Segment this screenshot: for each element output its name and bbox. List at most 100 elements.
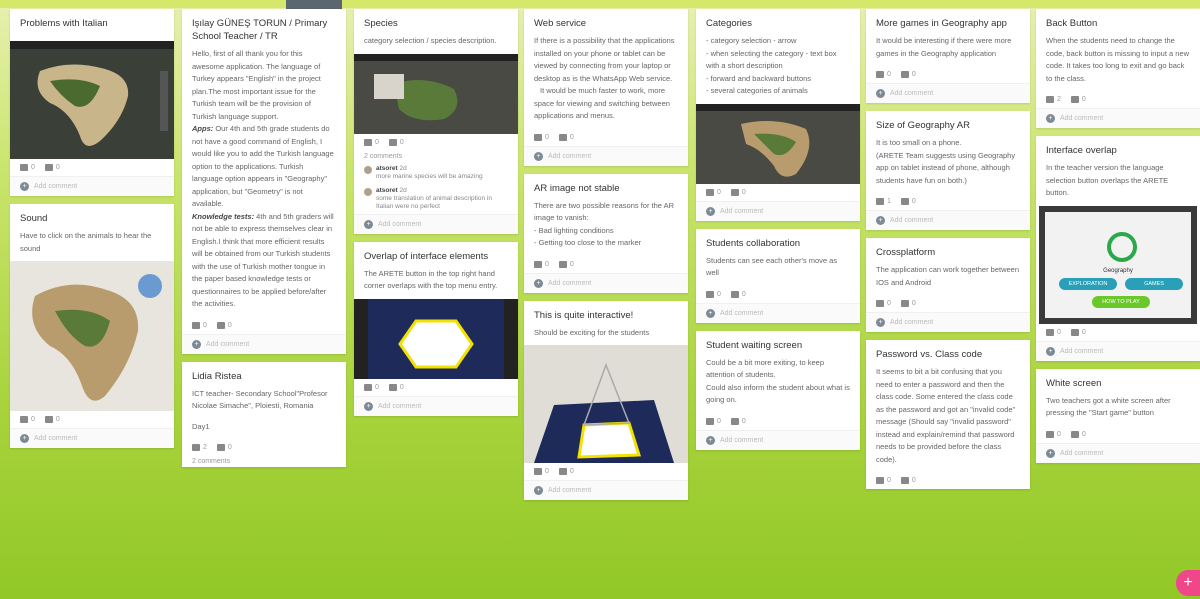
dislike-button[interactable]: 0	[1070, 328, 1086, 336]
card-white-screen[interactable]: White screen Two teachers got a white scr…	[1036, 368, 1200, 463]
dislike-button[interactable]: 0	[388, 383, 404, 391]
add-comment-button[interactable]: + Add comment	[354, 213, 518, 234]
like-button[interactable]: 0	[364, 383, 379, 391]
card-back-button[interactable]: Back Button When the students need to cha…	[1036, 9, 1200, 128]
comments-count[interactable]: 2 comments	[354, 151, 518, 162]
column-5: Categories - category selection - arrow - …	[696, 9, 860, 458]
like-button[interactable]: 0	[1046, 430, 1061, 438]
card-text: The ARETE button in the top right hand c…	[364, 268, 498, 291]
add-comment-button[interactable]: + Add comment	[696, 429, 860, 450]
add-comment-button[interactable]: + Add comment	[1036, 108, 1200, 128]
card-quite-interactive[interactable]: This is quite interactive! Should be exci…	[524, 300, 688, 500]
like-button[interactable]: 0	[20, 164, 35, 171]
thumbs-up-icon	[706, 188, 714, 196]
dislike-button[interactable]: 0	[216, 321, 232, 329]
card-text: If there is a possibility that the appli…	[534, 36, 675, 83]
like-button[interactable]: 0	[876, 71, 891, 78]
card-title: Sound	[20, 213, 48, 224]
card-text: - Bad lighting conditions	[534, 225, 614, 235]
card-text: - category selection - arrow	[706, 36, 797, 45]
dislike-button[interactable]: 0	[900, 198, 916, 205]
dislike-button[interactable]: 0	[730, 290, 746, 298]
add-comment-button[interactable]: + Add comment	[10, 428, 174, 448]
card-text: Apps: Our 4th and 5th grade students do …	[192, 124, 334, 208]
add-comment-button[interactable]: + Add comment	[696, 302, 860, 323]
add-comment-button[interactable]: + Add comment	[866, 210, 1030, 230]
dislike-button[interactable]: 0	[216, 444, 232, 451]
like-button[interactable]: 0	[364, 138, 379, 146]
like-button[interactable]: 0	[534, 133, 549, 141]
like-button[interactable]: 0	[876, 477, 891, 484]
plus-icon: +	[1046, 346, 1055, 356]
add-post-button[interactable]: +	[1176, 570, 1200, 596]
thumbs-up-icon	[706, 290, 714, 298]
like-button[interactable]: 2	[1046, 96, 1061, 103]
card-overlap-interface[interactable]: Overlap of interface elements The ARETE b…	[354, 241, 518, 416]
card-title: Crossplatform	[876, 247, 936, 258]
dislike-button[interactable]: 0	[1070, 430, 1086, 438]
plus-icon: +	[534, 278, 543, 288]
dislike-button[interactable]: 0	[730, 188, 746, 196]
add-comment-button[interactable]: + Add comment	[524, 480, 688, 500]
thumbs-up-icon	[876, 300, 884, 307]
dislike-button[interactable]: 0	[558, 133, 574, 141]
card-web-service[interactable]: Web service If there is a possibility tha…	[524, 9, 688, 166]
card-interface-overlap[interactable]: Interface overlap In the teacher version …	[1036, 136, 1200, 361]
dislike-button[interactable]: 0	[558, 260, 574, 268]
dislike-button[interactable]: 0	[44, 416, 60, 423]
card-title: Işılay GÜNEŞ TORUN / Primary School Teac…	[192, 18, 328, 42]
add-comment-button[interactable]: + Add comment	[1036, 442, 1200, 463]
like-button[interactable]: 0	[706, 290, 721, 298]
thumbs-up-icon	[364, 138, 372, 146]
card-ar-not-stable[interactable]: AR image not stable There are two possibl…	[524, 173, 688, 293]
like-button[interactable]: 1	[876, 198, 891, 205]
add-comment-button[interactable]: + Add comment	[866, 83, 1030, 103]
like-button[interactable]: 0	[706, 188, 721, 196]
dislike-button[interactable]: 0	[900, 477, 916, 484]
thumbs-up-icon	[192, 444, 200, 451]
card-sound[interactable]: Sound Have to click on the animals to hea…	[10, 204, 174, 448]
card-categories[interactable]: Categories - category selection - arrow - …	[696, 9, 860, 221]
add-comment-button[interactable]: + Add comment	[1036, 340, 1200, 361]
dislike-button[interactable]: 0	[900, 300, 916, 307]
africa-ar-image	[10, 41, 174, 159]
thumbs-down-icon	[900, 477, 909, 484]
like-button[interactable]: 0	[706, 417, 721, 425]
like-button[interactable]: 0	[1046, 328, 1061, 336]
plus-icon: +	[20, 182, 29, 191]
thumbs-up-icon	[192, 321, 200, 329]
like-button[interactable]: 2	[192, 444, 207, 451]
add-comment-button[interactable]: + Add comment	[182, 333, 346, 354]
card-students-collaboration[interactable]: Students collaboration Students can see e…	[696, 228, 860, 323]
card-lidia-ristea[interactable]: Lidia Ristea ICT teacher- Secondary Scho…	[182, 361, 346, 467]
add-comment-button[interactable]: + Add comment	[524, 272, 688, 293]
dislike-button[interactable]: 0	[730, 417, 746, 425]
add-comment-button[interactable]: + Add comment	[10, 176, 174, 196]
comments-count[interactable]: 2 comments	[182, 456, 346, 467]
add-comment-button[interactable]: + Add comment	[354, 395, 518, 416]
plus-icon: +	[876, 318, 885, 327]
dislike-button[interactable]: 0	[558, 468, 574, 475]
thumbs-up-icon	[876, 71, 884, 78]
card-turkish-support[interactable]: Işılay GÜNEŞ TORUN / Primary School Teac…	[182, 9, 346, 354]
like-button[interactable]: 0	[20, 416, 35, 423]
card-student-waiting-screen[interactable]: Student waiting screen Could be a bit mor…	[696, 330, 860, 450]
add-comment-button[interactable]: + Add comment	[524, 145, 688, 166]
card-problems-with-italian[interactable]: Problems with Italian 0 0 + Add comment	[10, 9, 174, 196]
add-comment-button[interactable]: + Add comment	[696, 200, 860, 221]
dislike-button[interactable]: 0	[900, 71, 916, 78]
card-more-games[interactable]: More games in Geography app It would be i…	[866, 9, 1030, 103]
card-species[interactable]: Species category selection / species desc…	[354, 9, 518, 234]
dislike-button[interactable]: 0	[1070, 96, 1086, 103]
like-button[interactable]: 0	[876, 300, 891, 307]
add-comment-button[interactable]: + Add comment	[866, 312, 1030, 332]
like-button[interactable]: 0	[192, 321, 207, 329]
dislike-button[interactable]: 0	[44, 164, 60, 171]
thumbs-up-icon	[876, 477, 884, 484]
card-size-geography-ar[interactable]: Size of Geography AR It is too small on a…	[866, 111, 1030, 230]
like-button[interactable]: 0	[534, 260, 549, 268]
card-crossplatform[interactable]: Crossplatform The application can work to…	[866, 238, 1030, 332]
like-button[interactable]: 0	[534, 468, 549, 475]
dislike-button[interactable]: 0	[388, 138, 404, 146]
card-password-vs-class-code[interactable]: Password vs. Class code It seems to bit a…	[866, 340, 1030, 489]
